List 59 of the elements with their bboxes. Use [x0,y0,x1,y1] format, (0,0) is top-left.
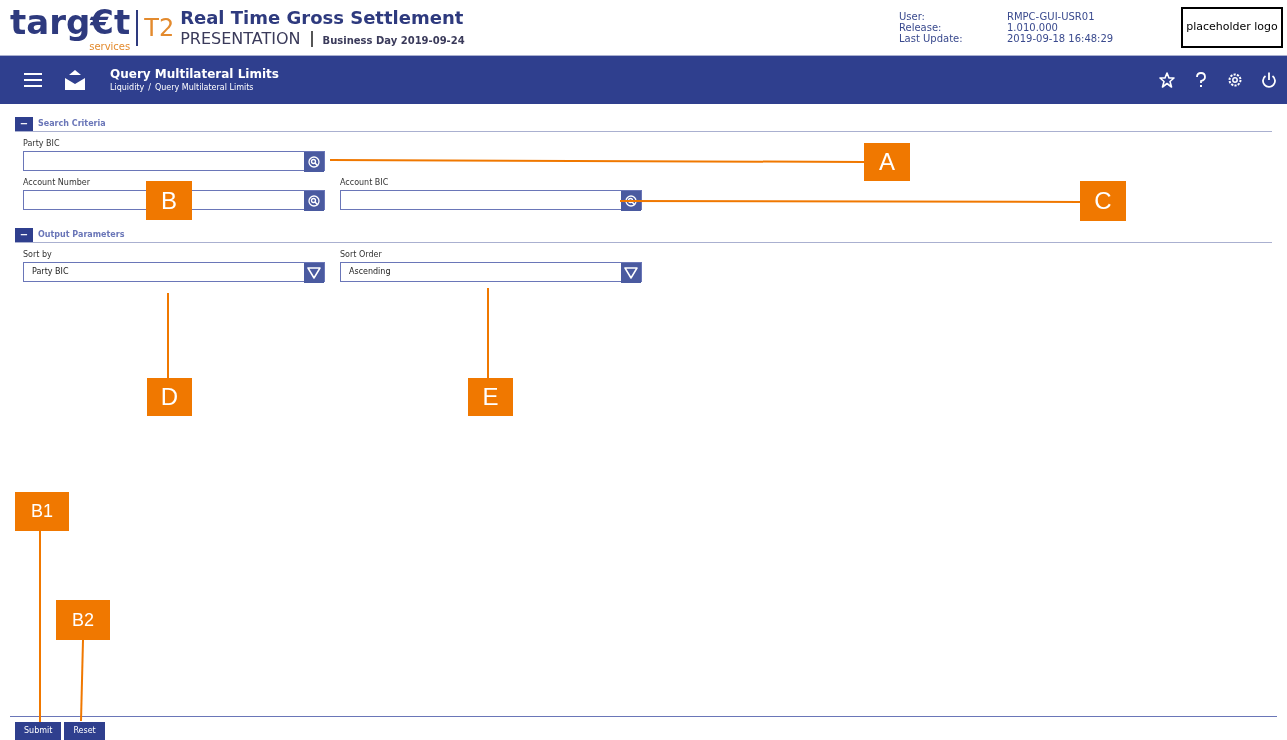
dropdown-button[interactable] [304,263,324,283]
info-value: 2019-09-18 16:48:29 [1007,33,1115,44]
callout-label: B [146,181,192,220]
lookup-button[interactable] [304,152,324,172]
help-button[interactable] [1193,72,1209,88]
input-field[interactable] [23,151,325,171]
star-icon [1159,72,1175,88]
breadcrumb-link[interactable]: Liquidity [110,82,145,93]
section-title: Output Parameters [38,228,125,241]
callout-label: B2 [56,600,110,640]
search-icon [308,156,320,168]
section-title: Search Criteria [38,117,106,130]
logo-subtitle: services [89,41,131,52]
logo-wordmark: targ€t [10,3,131,41]
envelope-icon [64,70,86,90]
envelope-button[interactable] [64,70,86,90]
field-label: Account BIC [340,177,390,189]
action-button[interactable]: Reset [64,722,105,740]
info-value: RMPC-GUI-USR01 [1007,11,1096,22]
callout-label: B1 [15,492,69,531]
collapse-button[interactable]: − [15,227,33,242]
favorite-button[interactable] [1159,72,1175,88]
caret-icon [307,267,321,279]
action-button[interactable]: Submit [15,722,62,740]
collapse-button[interactable]: − [15,116,33,131]
field-label: Party BIC [23,138,61,150]
settings-icon [1227,72,1243,88]
callout-label: D [147,378,192,416]
search-icon [625,195,637,207]
callout-label: C [1080,181,1126,221]
app-title: Real Time Gross Settlement [180,6,465,29]
lookup-button[interactable] [621,191,641,211]
callout-label: A [864,143,910,181]
page-title: Query Multilateral Limits [110,67,279,82]
menu-icon [24,72,42,88]
info-label: User: [899,11,926,22]
product-name: T2 [144,12,175,44]
settings-button[interactable] [1227,72,1243,88]
callout-label: E [468,378,513,416]
breadcrumb-separator: / [148,82,151,93]
business-day: Business Day 2019-09-24 [322,33,465,48]
select-field[interactable]: Ascending [340,262,642,282]
caret-icon [624,267,638,279]
logo-frame: placeholder logo [1181,7,1283,48]
help-icon [1193,72,1209,88]
breadcrumb-link[interactable]: Query Multilateral Limits [154,82,254,93]
logout-button[interactable] [1261,72,1277,88]
dropdown-button[interactable] [621,263,641,283]
power-icon [1261,72,1277,88]
info-label: Release: [899,22,943,33]
environment-label: PRESENTATION [180,28,301,49]
field-label: Account Number [23,177,91,189]
menu-button[interactable] [24,72,42,88]
field-label: Sort by [23,249,53,261]
input-field[interactable] [340,190,642,210]
info-label: Last Update: [899,33,964,44]
select-field[interactable]: Party BIC [23,262,325,282]
field-label: Sort Order [340,249,383,261]
info-value: 1.010.000 [1007,22,1059,33]
